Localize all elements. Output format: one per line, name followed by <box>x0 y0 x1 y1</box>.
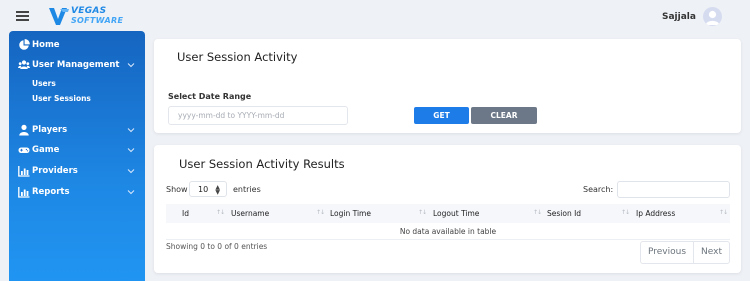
bar-chart-icon <box>18 187 30 198</box>
entries-label: entries <box>233 185 261 194</box>
chevron-down-icon <box>127 190 135 195</box>
sort-icon: ↑↓ <box>719 209 728 216</box>
pagination: Previous Next <box>640 241 731 264</box>
bar-chart-icon <box>18 166 30 177</box>
next-page-button[interactable]: Next <box>693 242 729 263</box>
select-arrows-icon: ▲ ▼ <box>215 184 220 196</box>
column-header-logout-time[interactable]: Logout Time <box>433 209 479 218</box>
logo-line1: VEGAS <box>71 6 107 16</box>
sidebar-item-players[interactable]: Players <box>9 122 145 138</box>
sort-icon: ↑↓ <box>216 209 225 216</box>
sidebar-subitem-users[interactable]: Users <box>32 79 56 88</box>
get-button[interactable]: GET <box>414 107 469 124</box>
sidebar-item-user-management[interactable]: User Management <box>9 57 145 73</box>
results-title: User Session Activity Results <box>179 157 345 171</box>
column-header-username[interactable]: Username <box>231 209 269 218</box>
logo-mark-icon <box>49 8 69 25</box>
chevron-down-icon <box>127 169 135 174</box>
user-avatar-icon <box>705 10 720 25</box>
sidebar-item-label: Game <box>32 145 60 155</box>
sidebar-item-home[interactable]: Home <box>9 37 145 53</box>
table-header: Id ↑↓ Username ↑↓ Login Time ↑↓ Logout T… <box>166 204 730 223</box>
column-header-session-id[interactable]: Sesion Id <box>547 209 581 218</box>
table-info: Showing 0 to 0 of 0 entries <box>166 242 268 251</box>
filter-card: User Session Activity Select Date Range … <box>154 39 741 133</box>
logo[interactable]: VEGAS SOFTWARE <box>48 5 123 27</box>
empty-table-message: No data available in table <box>166 223 730 240</box>
results-card: User Session Activity Results Show 10 ▲ ▼… <box>154 145 741 273</box>
date-range-input[interactable] <box>168 106 348 125</box>
sidebar-item-label: Reports <box>32 187 70 197</box>
previous-page-button[interactable]: Previous <box>641 242 693 263</box>
gamepad-icon <box>18 147 30 153</box>
clear-button[interactable]: CLEAR <box>471 107 537 124</box>
logo-text: VEGAS SOFTWARE <box>71 6 124 26</box>
user-icon <box>19 124 29 136</box>
top-bar: VEGAS SOFTWARE Sajjala <box>0 0 750 34</box>
sidebar-item-label: Providers <box>32 166 78 176</box>
chevron-down-icon <box>127 128 135 133</box>
sidebar-item-providers[interactable]: Providers <box>9 163 145 179</box>
chevron-down-icon <box>127 63 135 68</box>
column-header-ip-address[interactable]: Ip Address <box>636 209 675 218</box>
date-range-label: Select Date Range <box>168 92 252 101</box>
sidebar-item-label: User Management <box>32 60 120 70</box>
sidebar-item-reports[interactable]: Reports <box>9 184 145 200</box>
show-label: Show <box>166 185 188 194</box>
sidebar-item-game[interactable]: Game <box>9 142 145 158</box>
sort-icon: ↑↓ <box>533 209 542 216</box>
page-size-select[interactable]: 10 ▲ ▼ <box>189 181 227 197</box>
sidebar-subitem-user-sessions[interactable]: User Sessions <box>32 94 91 103</box>
sort-icon: ↑↓ <box>418 209 427 216</box>
pie-chart-icon <box>19 39 30 50</box>
sidebar-item-label: Home <box>32 40 60 50</box>
page-size-value: 10 <box>198 184 209 194</box>
sort-icon: ↑↓ <box>316 209 325 216</box>
sidebar-item-label: Players <box>32 125 68 135</box>
users-icon <box>18 60 30 69</box>
search-input[interactable] <box>617 181 730 198</box>
column-header-login-time[interactable]: Login Time <box>330 209 371 218</box>
column-header-id[interactable]: Id <box>182 209 189 218</box>
search-label: Search: <box>583 185 614 194</box>
sort-icon: ↑↓ <box>621 209 630 216</box>
user-name[interactable]: Sajjala <box>662 12 696 22</box>
menu-toggle-icon[interactable] <box>16 11 29 21</box>
avatar[interactable] <box>703 7 722 26</box>
chevron-down-icon <box>127 148 135 153</box>
page-title: User Session Activity <box>177 50 298 64</box>
logo-line2: SOFTWARE <box>71 16 124 25</box>
sidebar: Home User Management Users User Sessions… <box>9 31 145 281</box>
